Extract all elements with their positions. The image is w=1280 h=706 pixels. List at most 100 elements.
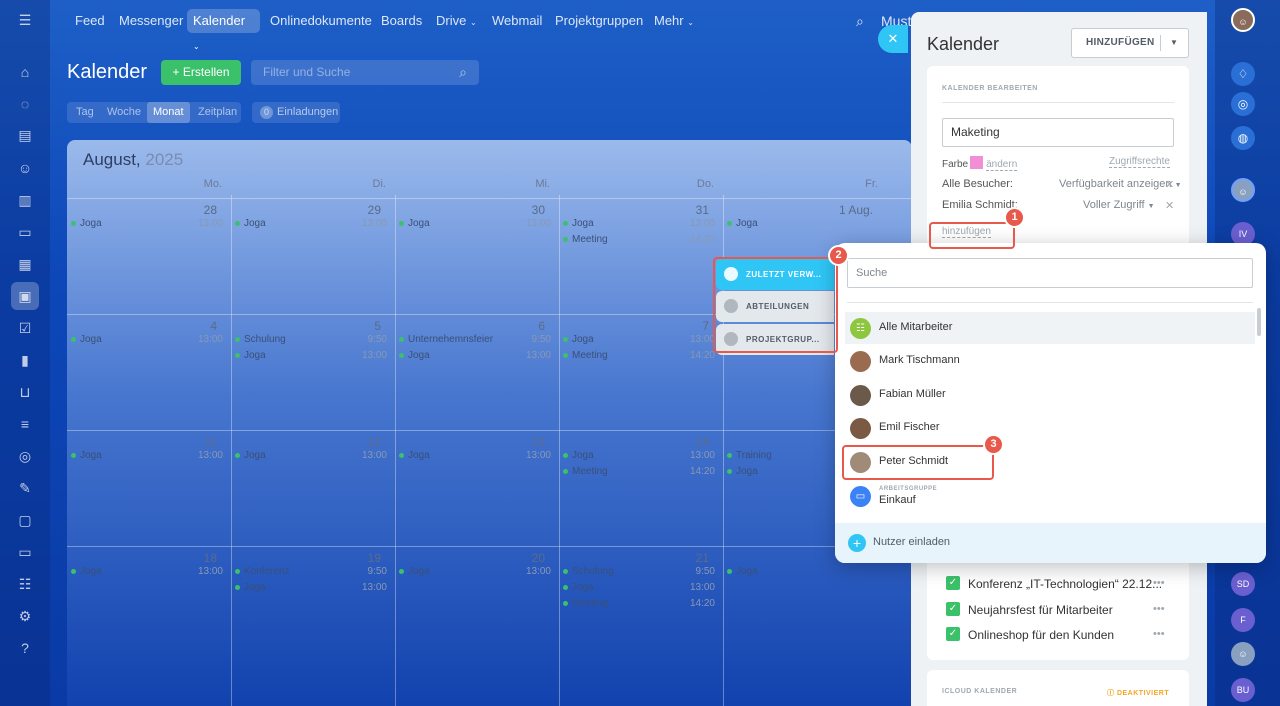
user-avatar[interactable]: ☺ bbox=[1231, 8, 1255, 32]
selector-search-input[interactable]: Suche bbox=[847, 258, 1253, 288]
list-item-user[interactable]: Emil Fischer bbox=[845, 412, 1255, 444]
checkbox-checked[interactable]: ✓ bbox=[946, 627, 960, 641]
calendar-event[interactable]: Joga 13:00 bbox=[399, 450, 551, 462]
mail-icon[interactable]: ▭ bbox=[15, 542, 35, 562]
tasks-icon[interactable]: ▤ bbox=[15, 125, 35, 145]
crm-icon[interactable]: ▭ bbox=[15, 222, 35, 242]
calendar-event[interactable]: Joga 13:00 bbox=[399, 566, 551, 578]
invite-footer[interactable]: + Nutzer einladen bbox=[835, 523, 1266, 563]
day-number[interactable]: 30 bbox=[395, 203, 545, 217]
day-number[interactable]: 1 Aug. bbox=[723, 203, 873, 217]
tab-tag[interactable]: Tag bbox=[70, 102, 100, 123]
calendar-event[interactable]: Meeting 14:20 bbox=[563, 598, 715, 610]
add-button[interactable]: HINZUFÜGEN ▼ bbox=[1071, 28, 1189, 58]
calendar-event[interactable]: Joga 13:00 bbox=[235, 350, 387, 362]
calendar-event[interactable]: Meeting 14:20 bbox=[563, 466, 715, 478]
caret-down-icon[interactable]: ▼ bbox=[1170, 29, 1178, 57]
contact-avatar[interactable]: ☺ bbox=[1231, 642, 1255, 666]
list-item-workgroup[interactable]: ▭ ARBEITSGRUPPE Einkauf bbox=[845, 480, 1255, 512]
nav-kalender[interactable]: Kalender ⌄ bbox=[187, 9, 260, 51]
settings-icon[interactable]: ⚙ bbox=[15, 606, 35, 626]
nav-projektgruppen[interactable]: Projektgruppen bbox=[549, 9, 649, 33]
home-icon[interactable]: ⌂ bbox=[15, 62, 35, 82]
contact-avatar-sd[interactable]: SD bbox=[1231, 572, 1255, 596]
day-number[interactable]: 7 bbox=[559, 319, 709, 333]
calendar-event[interactable]: Joga 13:00 bbox=[235, 450, 387, 462]
calendar-event[interactable]: Joga 13:00 bbox=[563, 582, 715, 594]
access-level-select[interactable]: Voller Zugriff ▼ bbox=[1083, 199, 1155, 211]
day-number[interactable]: 29 bbox=[231, 203, 381, 217]
day-number[interactable]: 31 bbox=[559, 203, 709, 217]
calendar-event[interactable]: Joga 13:00 bbox=[71, 334, 223, 346]
more-icon[interactable]: ••• bbox=[1153, 603, 1165, 615]
more-icon[interactable]: ••• bbox=[1153, 628, 1165, 640]
groups-icon[interactable]: ☷ bbox=[15, 574, 35, 594]
analytics-icon[interactable]: ▮ bbox=[15, 350, 35, 370]
nav-boards[interactable]: Boards bbox=[375, 9, 428, 33]
contact-avatar[interactable]: ☺ bbox=[1231, 178, 1255, 202]
activity-icon[interactable]: ◎ bbox=[1231, 92, 1255, 116]
help-icon[interactable]: ? bbox=[15, 638, 35, 658]
nav-mehr[interactable]: Mehr ⌄ bbox=[648, 9, 700, 33]
tab-zeitplan[interactable]: Zeitplan bbox=[192, 102, 243, 123]
search-icon[interactable]: ⌕ bbox=[850, 9, 870, 33]
tab-woche[interactable]: Woche bbox=[101, 102, 147, 123]
menu-icon[interactable]: ☰ bbox=[15, 10, 35, 30]
chat-icon[interactable]: ◍ bbox=[1231, 126, 1255, 150]
contacts-icon[interactable]: ☺ bbox=[15, 158, 35, 178]
filter-search-input[interactable]: Filter und Suche ⌕ bbox=[251, 60, 479, 85]
day-number[interactable]: 5 bbox=[231, 319, 381, 333]
calendar-event[interactable]: Joga 13:00 bbox=[71, 218, 223, 230]
calendar-event[interactable]: Konferenz 9:50 bbox=[235, 566, 387, 578]
nav-feed[interactable]: Feed bbox=[69, 9, 111, 33]
change-color-link[interactable]: ändern bbox=[986, 159, 1018, 171]
more-icon[interactable]: ••• bbox=[1153, 577, 1165, 589]
scrollbar[interactable] bbox=[1257, 308, 1261, 336]
day-number[interactable]: 11 bbox=[67, 435, 217, 449]
inventory-icon[interactable]: ▢ bbox=[15, 510, 35, 530]
automation-icon[interactable]: ◎ bbox=[15, 446, 35, 466]
checkbox-checked[interactable]: ✓ bbox=[946, 602, 960, 616]
calendar-event[interactable]: Joga 13:00 bbox=[235, 582, 387, 594]
access-rights-link[interactable]: Zugriffsrechte bbox=[1109, 156, 1170, 168]
calendar-event[interactable]: Joga 13:00 bbox=[235, 218, 387, 230]
day-number[interactable]: 21 bbox=[559, 551, 709, 565]
day-number[interactable]: 28 bbox=[67, 203, 217, 217]
feed-icon[interactable]: ◌ bbox=[15, 94, 35, 114]
calendar-event[interactable]: Joga 13:00 bbox=[563, 450, 715, 462]
calendar-event[interactable]: Joga 13:00 bbox=[399, 218, 551, 230]
calendar-event[interactable]: Joga 13:00 bbox=[563, 334, 715, 346]
checkbox-checked[interactable]: ✓ bbox=[946, 576, 960, 590]
documents-icon[interactable]: ▥ bbox=[15, 190, 35, 210]
day-number[interactable]: 20 bbox=[395, 551, 545, 565]
access-level-select[interactable]: Verfügbarkeit anzeigen ▼ bbox=[1059, 178, 1182, 190]
color-swatch[interactable] bbox=[970, 156, 984, 169]
invitations-button[interactable]: 0 Einladungen bbox=[252, 102, 340, 123]
calendar-event[interactable]: Joga 13:00 bbox=[399, 350, 551, 362]
sign-icon[interactable]: ✎ bbox=[15, 478, 35, 498]
day-number[interactable]: 12 bbox=[231, 435, 381, 449]
calendar-event[interactable]: Joga 13:00 bbox=[71, 450, 223, 462]
calendar-event[interactable]: Joga 13:00 bbox=[71, 566, 223, 578]
checklist-icon[interactable]: ☑ bbox=[15, 318, 35, 338]
list-item-user[interactable]: Fabian Müller bbox=[845, 379, 1255, 411]
calendar-event[interactable]: Unternehemnsfeier 9:50 bbox=[399, 334, 551, 346]
calendar-event[interactable]: Joga 13:00 bbox=[563, 218, 715, 230]
remove-icon[interactable]: ✕ bbox=[1165, 199, 1174, 212]
day-number[interactable]: 4 bbox=[67, 319, 217, 333]
sites-icon[interactable]: ▦ bbox=[15, 254, 35, 274]
notifications-icon[interactable]: ♢ bbox=[1231, 62, 1255, 86]
list-item-all-employees[interactable]: ☷ Alle Mitarbeiter bbox=[845, 312, 1255, 344]
contact-avatar-bu[interactable]: BU bbox=[1231, 678, 1255, 702]
icloud-status[interactable]: ⓘ DEAKTIVIERT bbox=[1107, 688, 1169, 698]
contact-avatar-f[interactable]: F bbox=[1231, 608, 1255, 632]
day-number[interactable]: 13 bbox=[395, 435, 545, 449]
calendar-event[interactable]: Schulung 9:50 bbox=[235, 334, 387, 346]
calendar-event[interactable]: Meeting 14:20 bbox=[563, 350, 715, 362]
calendar-event[interactable]: Joga bbox=[727, 218, 879, 230]
nav-webmail[interactable]: Webmail bbox=[486, 9, 548, 33]
day-number[interactable]: 18 bbox=[67, 551, 217, 565]
day-number[interactable]: 6 bbox=[395, 319, 545, 333]
calendar-event[interactable]: Meeting 14:20 bbox=[563, 234, 715, 246]
nav-messenger[interactable]: Messenger bbox=[113, 9, 189, 33]
